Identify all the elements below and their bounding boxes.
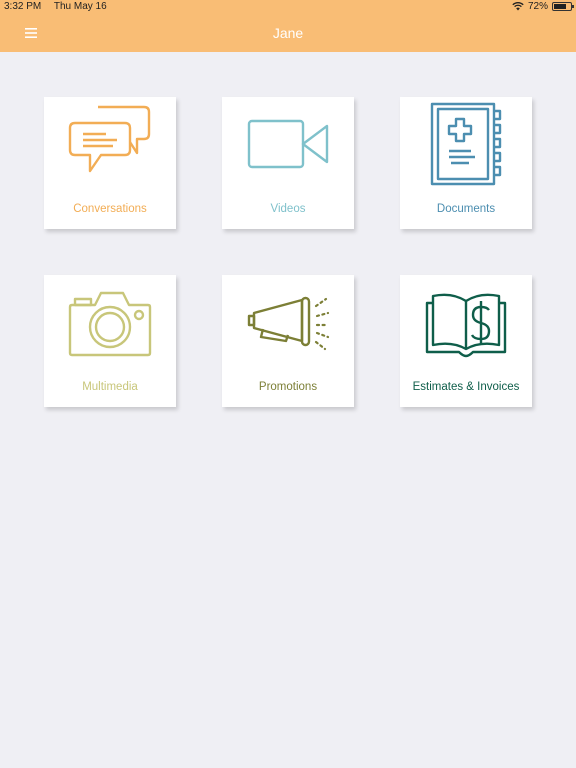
status-date: Thu May 16	[53, 1, 107, 12]
wifi-icon	[512, 2, 524, 11]
megaphone-icon	[247, 296, 330, 351]
chat-bubbles-icon	[68, 105, 151, 173]
tile-multimedia[interactable]: Multimedia	[44, 275, 176, 407]
nav-header: 3:32 PM Thu May 16 72% Jane	[0, 0, 576, 52]
tile-videos[interactable]: Videos	[222, 97, 354, 229]
dollar-book-icon	[425, 293, 507, 358]
tile-estimates-invoices[interactable]: Estimates & Invoices	[400, 275, 532, 407]
tile-label: Conversations	[73, 203, 147, 215]
camera-icon	[68, 291, 152, 357]
tile-label: Estimates & Invoices	[412, 381, 520, 393]
page-title: Jane	[272, 25, 304, 41]
battery-icon	[552, 2, 574, 11]
status-time: 3:32 PM	[4, 1, 42, 12]
medical-document-icon	[430, 102, 502, 186]
tile-label: Documents	[436, 203, 496, 215]
tile-label: Promotions	[258, 381, 318, 393]
tile-label: Multimedia	[82, 381, 138, 393]
status-bar: 3:32 PM Thu May 16 72%	[0, 0, 576, 14]
tile-label: Videos	[270, 203, 306, 215]
video-camera-icon	[247, 119, 329, 169]
battery-percent: 72%	[527, 1, 548, 12]
tile-promotions[interactable]: Promotions	[222, 275, 354, 407]
tile-conversations[interactable]: Conversations	[44, 97, 176, 229]
tile-documents[interactable]: Documents	[400, 97, 532, 229]
